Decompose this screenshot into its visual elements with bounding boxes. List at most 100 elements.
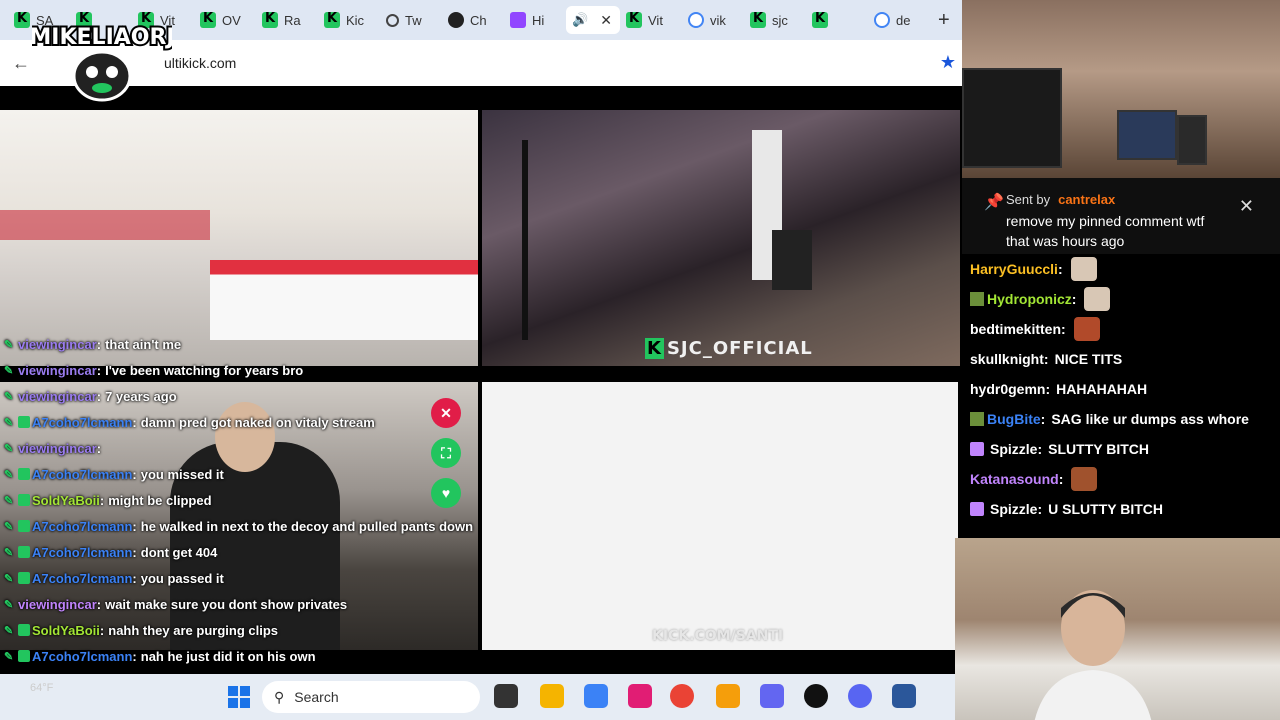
chat-separator: : [1037,501,1043,517]
overlay-chat-line: ✎ viewingincar : I've been watching for ye… [0,357,700,383]
chat-message: I've been watching for years bro [105,362,304,378]
chat-username[interactable]: Hydroponicz [987,291,1072,307]
chat-line: HarryGuuccli: [962,254,1280,284]
chat-separator: : [96,336,102,352]
stream-video-2[interactable] [482,110,960,366]
chrome-icon[interactable] [670,684,694,708]
browser-tab[interactable]: vik [682,6,744,34]
browser-tab[interactable]: Hi [504,6,566,34]
windows-start-icon[interactable] [228,686,250,708]
chat-username[interactable]: A7coho7lcmann [32,467,132,482]
emote-icon [1073,317,1100,341]
browser-tab[interactable]: Vit [620,6,682,34]
chat-username[interactable]: A7coho7lcmann [32,649,132,664]
chat-separator: : [132,466,137,482]
chat-username[interactable]: bedtimekitten [970,321,1061,337]
chat-username[interactable]: SoldYaBoii [32,493,100,508]
pinned-text: remove my pinned comment wtf that was ho… [1006,213,1205,249]
overlay-chat: ✎ viewingincar : that ain't me ✎ viewinginca… [0,331,700,720]
chat-username[interactable]: BugBite [987,411,1041,427]
close-icon[interactable]: ✕ [600,12,612,29]
chat-username[interactable]: Spizzle [990,501,1037,517]
chat-username[interactable]: HarryGuuccli [970,261,1058,277]
app-icon[interactable] [760,684,784,708]
word-icon[interactable] [892,684,916,708]
file-explorer-icon[interactable] [540,684,564,708]
chat-message: dont get 404 [140,544,218,560]
new-tab-icon[interactable]: + [938,9,950,32]
subscriber-badge-icon [18,520,30,532]
stream-video-1[interactable] [0,110,478,366]
subscriber-badge-icon [18,546,30,558]
chat-username[interactable]: hydr0gemn [970,381,1045,397]
browser-tab[interactable]: Ra [256,6,318,34]
google-icon [874,12,890,28]
browser-tab[interactable]: OV [194,6,256,34]
copilot-icon[interactable] [584,684,608,708]
chat-username[interactable]: A7coho7lcmann [32,545,132,560]
chat-username[interactable]: viewingincar [18,337,97,352]
user-badge-icon [970,292,984,306]
tab-label: Ra [284,12,301,28]
pinned-sender: Sent by cantrelax [1006,192,1116,207]
browser-tab[interactable]: sjc [744,6,806,34]
tab-label: Kic [346,12,365,28]
overlay-chat-line: ✎ A7coho7lcmann : dont get 404 [0,539,700,565]
chat-panel: HarryGuuccli: Hydroponicz: bedtimekitten: s… [962,254,1280,538]
chat-separator: : [1043,351,1049,367]
browser-tab[interactable]: de [868,6,930,34]
pencil-icon: ✎ [4,416,14,429]
speaker-icon: 🔊 [572,12,589,27]
browser-tab[interactable]: Tw [380,6,442,34]
chat-line: skullknight: NICE TITS [962,344,1280,374]
url-field[interactable]: ultikick.com [164,55,236,71]
streamer-figure [1034,590,1152,720]
chat-username[interactable]: SoldYaBoii [32,623,100,638]
app-icon[interactable] [716,684,740,708]
chat-username[interactable]: A7coho7lcmann [32,571,132,586]
chat-username[interactable]: A7coho7lcmann [32,519,132,534]
close-icon[interactable]: ✕ [1239,196,1254,217]
chat-separator: : [132,414,137,430]
chat-username[interactable]: A7coho7lcmann [32,415,132,430]
chat-username[interactable]: viewingincar [18,389,97,404]
kick-icon [200,11,216,28]
browser-tab[interactable]: Ch [442,6,504,34]
chat-separator: : [1045,381,1051,397]
task-view-icon[interactable] [494,684,518,708]
chat-message: he walked in next to the decoy and pulle… [140,518,474,534]
browser-tab[interactable] [806,6,868,34]
chat-message: nah he just did it on his own [140,648,316,664]
chat-username[interactable]: viewingincar [18,597,97,612]
taskbar-search[interactable]: ⚲ Search [262,681,480,713]
chat-username[interactable]: Katanasound [970,471,1059,487]
overlay-chat-line: ✎ SoldYaBoii : might be clipped [0,487,700,513]
obs-icon[interactable] [804,684,828,708]
chat-separator: : [96,362,102,378]
chat-message: SAG like ur dumps ass whore [1051,411,1249,427]
chat-separator: : [132,544,137,560]
chat-message: wait make sure you dont show privates [105,596,348,612]
overlay-chat-line: ✎ viewingincar : wait make sure you dont s… [0,591,700,617]
overlay-chat-line: ✎ A7coho7lcmann : you missed it [0,461,700,487]
app-icon[interactable] [628,684,652,708]
subscriber-badge-icon [18,624,30,636]
chat-username[interactable]: skullknight [970,351,1044,367]
webcam-top-right [962,0,1280,178]
discord-icon[interactable] [848,684,872,708]
chat-username[interactable]: Spizzle [990,441,1037,457]
pencil-icon: ✎ [4,520,14,533]
bookmark-star-icon[interactable]: ★ [940,52,956,73]
browser-tab[interactable]: Kic [318,6,380,34]
subscriber-badge-icon [18,572,30,584]
pencil-icon: ✎ [4,468,14,481]
chat-separator: : [1037,441,1043,457]
chat-message: might be clipped [108,492,212,508]
browser-tab[interactable]: 🔊 ✕ [566,6,620,34]
weather-tray[interactable]: 64°F [30,682,53,694]
chat-username[interactable]: viewingincar [18,441,97,456]
chat-username[interactable]: viewingincar [18,363,97,378]
kick-icon [626,11,642,28]
kick-icon [812,11,828,28]
chat-message: 7 years ago [105,388,177,404]
